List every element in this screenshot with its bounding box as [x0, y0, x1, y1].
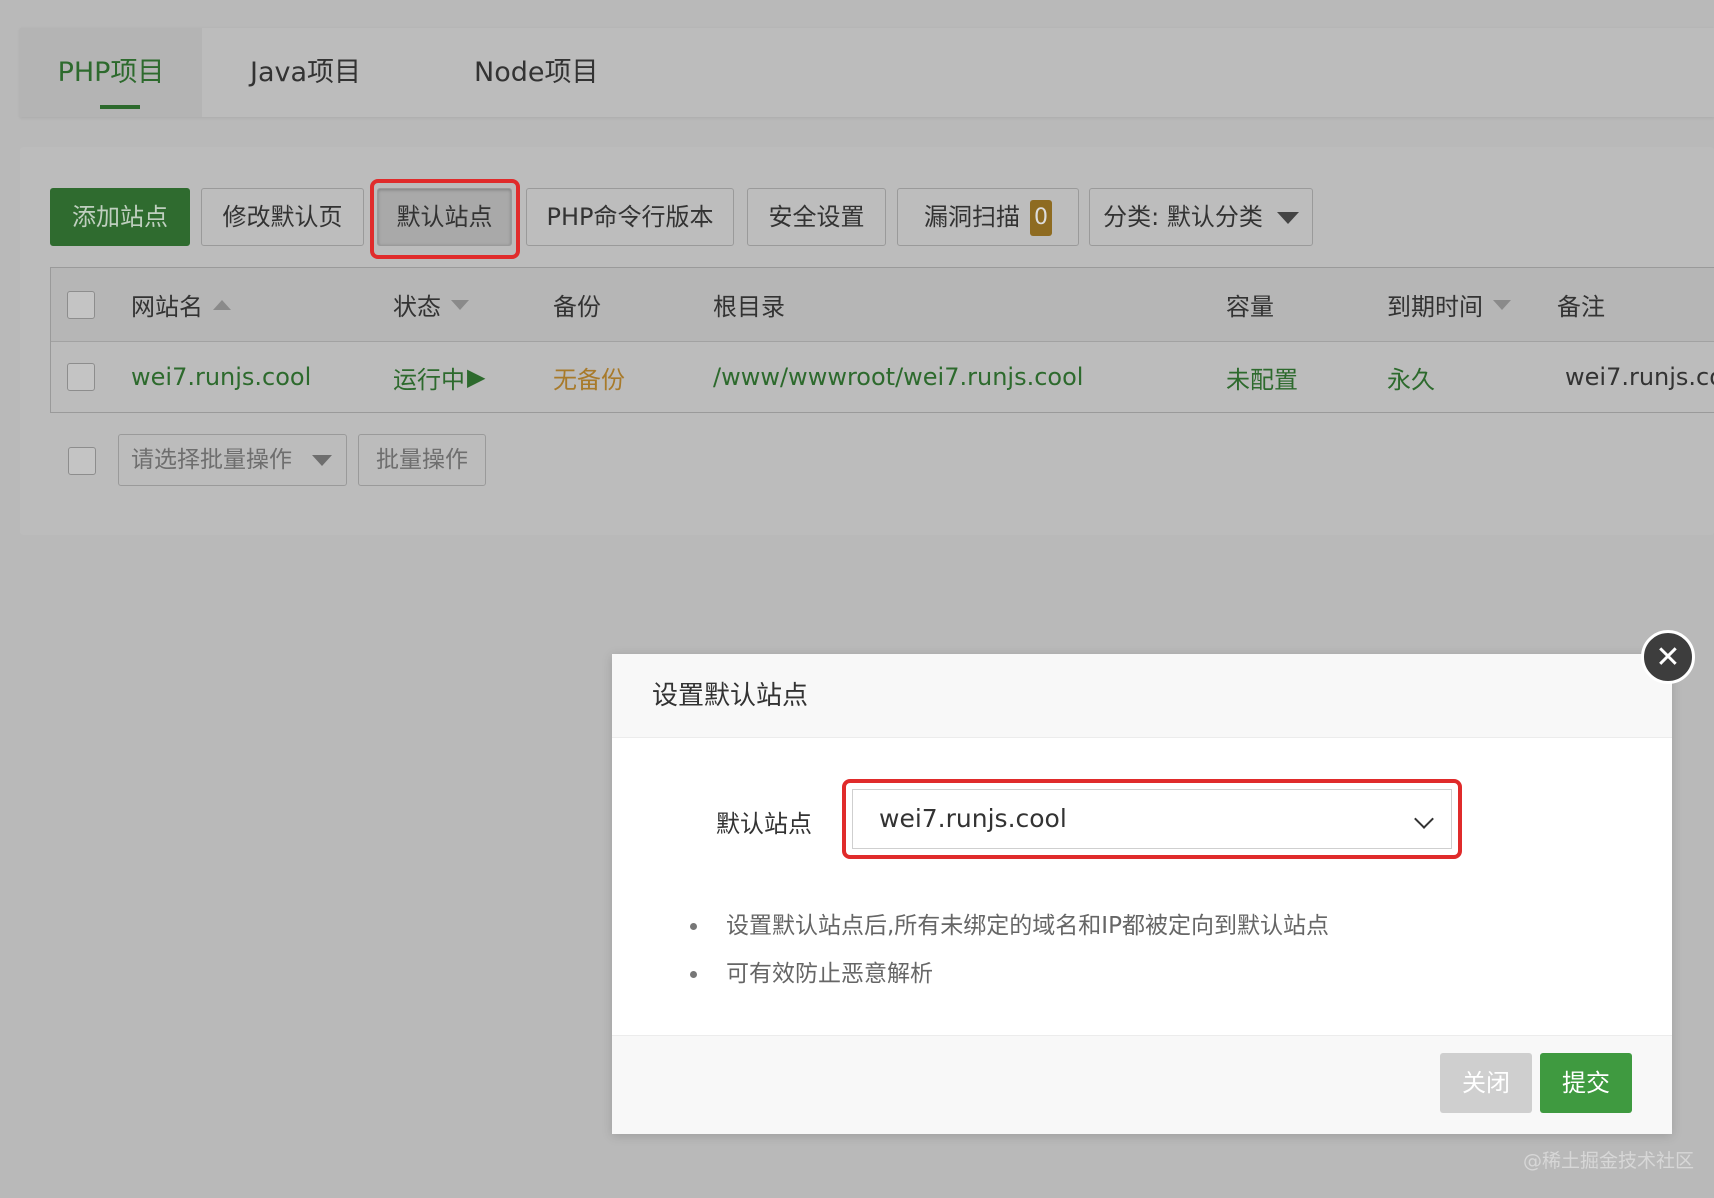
vuln-count-badge: 0: [1030, 200, 1052, 236]
header-site-name-label: 网站名: [131, 293, 203, 321]
default-site-dialog: 设置默认站点 默认站点 wei7.runjs.cool 设置默认站点后,所有未绑…: [612, 654, 1672, 1134]
dialog-header: 设置默认站点: [612, 654, 1672, 738]
default-site-select[interactable]: wei7.runjs.cool: [852, 789, 1452, 849]
close-button[interactable]: 关闭: [1440, 1053, 1532, 1113]
backup-link[interactable]: 无备份: [553, 342, 625, 412]
close-icon[interactable]: ✕: [1641, 630, 1695, 684]
batch-operation-button[interactable]: 批量操作: [358, 434, 486, 486]
tab-node[interactable]: Node项目: [474, 28, 654, 117]
tab-php-label: PHP项目: [57, 57, 165, 88]
vuln-scan-label: 漏洞扫描: [924, 203, 1020, 231]
tab-active-underline: [100, 105, 140, 109]
table-header: 网站名 状态 备份 根目录 容量 到期时间 备注: [51, 268, 1714, 342]
sort-up-icon: [213, 299, 231, 310]
security-settings-button[interactable]: 安全设置: [747, 188, 886, 246]
watermark: @稀土掘金技术社区: [1522, 1150, 1694, 1172]
caret-down-icon: [312, 455, 332, 466]
header-capacity: 容量: [1226, 293, 1274, 321]
header-root-dir: 根目录: [713, 293, 785, 321]
header-expire-label: 到期时间: [1387, 293, 1483, 321]
tab-node-label: Node项目: [474, 57, 599, 88]
batch-checkbox-wrap: [68, 447, 96, 475]
row-checkbox[interactable]: [67, 363, 95, 391]
site-name-link[interactable]: wei7.runjs.cool: [131, 342, 311, 412]
header-site-name[interactable]: 网站名: [131, 268, 231, 341]
batch-select-placeholder: 请选择批量操作: [131, 447, 292, 473]
caret-down-icon: [1276, 212, 1299, 224]
select-all-checkbox[interactable]: [67, 290, 95, 319]
edit-default-page-button[interactable]: 修改默认页: [201, 188, 364, 246]
default-site-select-value: wei7.runjs.cool: [879, 804, 1067, 833]
header-backup: 备份: [553, 293, 601, 321]
capacity-link[interactable]: 未配置: [1226, 342, 1298, 412]
tip-item: 可有效防止恶意解析: [690, 950, 1329, 998]
batch-operation-select[interactable]: 请选择批量操作: [118, 434, 347, 486]
category-label: 分类: 默认分类: [1103, 203, 1263, 231]
category-dropdown[interactable]: 分类: 默认分类: [1089, 188, 1313, 246]
header-expire[interactable]: 到期时间: [1387, 268, 1511, 341]
header-status-label: 状态: [393, 293, 441, 321]
status-toggle[interactable]: 运行中 ▶: [393, 342, 485, 412]
header-status[interactable]: 状态: [393, 268, 469, 341]
sort-down-icon: [451, 299, 469, 310]
project-tabs: PHP项目 Java项目 Node项目: [20, 28, 1714, 117]
site-panel: 添加站点 修改默认页 默认站点 PHP命令行版本 安全设置 漏洞扫描 0 分类: …: [20, 147, 1714, 535]
expire-link[interactable]: 永久: [1387, 342, 1435, 412]
play-icon: ▶: [467, 363, 486, 391]
row-checkbox-cell: [67, 342, 95, 412]
tab-java[interactable]: Java项目: [250, 28, 430, 117]
status-label: 运行中: [393, 365, 465, 394]
table-row: wei7.runjs.cool 运行中 ▶ 无备份 /www/wwwroot/we…: [51, 342, 1714, 412]
site-table: 网站名 状态 备份 根目录 容量 到期时间 备注 wei7.runjs.cool…: [50, 267, 1714, 413]
root-dir-link[interactable]: /www/wwwroot/wei7.runjs.cool: [713, 342, 1083, 412]
dialog-footer: 关闭 提交: [612, 1035, 1672, 1134]
batch-checkbox[interactable]: [68, 447, 96, 475]
submit-button[interactable]: 提交: [1540, 1053, 1632, 1113]
tab-php[interactable]: PHP项目: [20, 28, 202, 117]
vuln-scan-button[interactable]: 漏洞扫描 0: [897, 188, 1079, 246]
add-site-button[interactable]: 添加站点: [50, 188, 190, 246]
default-site-highlight: [370, 179, 520, 259]
select-all-checkbox-cell: [67, 268, 95, 341]
sort-down-icon: [1493, 299, 1511, 310]
dialog-tips: 设置默认站点后,所有未绑定的域名和IP都被定向到默认站点 可有效防止恶意解析: [690, 902, 1329, 998]
chevron-down-icon: [1414, 809, 1434, 829]
php-cli-version-button[interactable]: PHP命令行版本: [526, 188, 734, 246]
tip-item: 设置默认站点后,所有未绑定的域名和IP都被定向到默认站点: [690, 902, 1329, 950]
remark-text[interactable]: wei7.runjs.co: [1565, 342, 1714, 412]
tab-java-label: Java项目: [250, 57, 362, 88]
dialog-title: 设置默认站点: [652, 681, 809, 711]
default-site-label: 默认站点: [716, 810, 812, 838]
header-remark: 备注: [1557, 293, 1605, 321]
